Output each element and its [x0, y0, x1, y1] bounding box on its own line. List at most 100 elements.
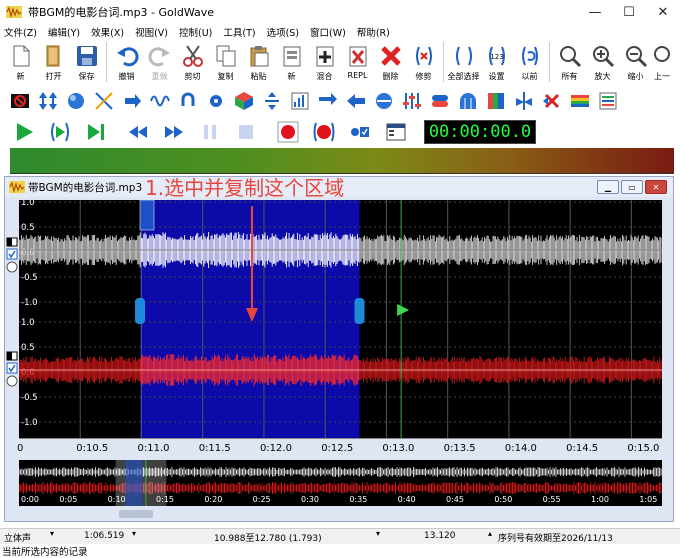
effect-button[interactable]	[566, 89, 594, 113]
duration-dropdown-icon[interactable]: ▾	[132, 529, 136, 538]
record-selection-button[interactable]	[306, 119, 342, 145]
timeline-tick-label: 0:14.5	[566, 443, 599, 454]
effects-toolbar	[6, 88, 680, 114]
minimize-button[interactable]: —	[578, 0, 612, 24]
cut-button[interactable]: 剪切	[176, 40, 209, 82]
effect-button[interactable]	[538, 89, 566, 113]
effect-button[interactable]	[34, 89, 62, 113]
horizontal-scrollbar[interactable]	[19, 508, 662, 520]
menu-effect[interactable]: 效果(X)	[91, 25, 124, 39]
previous-selection-button[interactable]: 以前	[513, 40, 546, 82]
rewind-button[interactable]	[120, 119, 156, 145]
waveform-view[interactable]: 1.00.50.0-0.5-1.01.00.50.0-0.5-1.0	[18, 198, 662, 438]
amplitude-tick-label: 1.0	[21, 318, 35, 328]
fast-forward-button[interactable]	[156, 119, 192, 145]
pause-button[interactable]	[192, 119, 228, 145]
overview-tick-label: 1:00	[590, 495, 609, 504]
time-display: 00:00:00.0	[424, 120, 536, 144]
effect-button[interactable]	[482, 89, 510, 113]
menu-options[interactable]: 选项(S)	[267, 25, 299, 39]
properties-button[interactable]	[378, 119, 414, 145]
save-button[interactable]: 保存	[70, 40, 103, 82]
monitor-icon	[351, 127, 369, 137]
effect-button[interactable]	[454, 89, 482, 113]
paste-icon	[250, 46, 268, 67]
stop-button[interactable]	[228, 119, 264, 145]
sphere-icon	[68, 93, 84, 109]
menu-window[interactable]: 窗口(W)	[310, 25, 346, 39]
replace-button[interactable]: REPL	[341, 40, 374, 80]
channel-toggles	[6, 237, 18, 387]
effect-button[interactable]	[118, 89, 146, 113]
status-channel-mode[interactable]: 立体声	[4, 531, 31, 544]
effect-button[interactable]	[62, 89, 90, 113]
play-selection-button[interactable]	[42, 119, 78, 145]
effect-button[interactable]	[230, 89, 258, 113]
title-bar: 带BGM的电影台词.mp3 - GoldWave — ☐ ✕	[0, 0, 680, 24]
zoom-out-button[interactable]: 缩小	[619, 40, 652, 82]
rewind-icon	[129, 126, 147, 138]
set-marker-button[interactable]: 123 设置	[480, 40, 513, 82]
open-button[interactable]: 打开	[37, 40, 70, 82]
rainbow-icon	[571, 95, 589, 107]
main-toolbar: 新 打开 保存 撤销 重做 剪切 复制 粘贴 新 混合 REPL 删除 修剪 全…	[0, 40, 680, 86]
play-selection-icon	[51, 122, 69, 142]
record-button[interactable]	[270, 119, 306, 145]
effect-button[interactable]	[426, 89, 454, 113]
effect-button[interactable]	[202, 89, 230, 113]
close-button[interactable]: ✕	[646, 0, 680, 24]
menu-edit[interactable]: 编辑(Y)	[48, 25, 80, 39]
mode-dropdown-icon[interactable]: ▾	[50, 529, 54, 538]
trim-button[interactable]: 修剪	[407, 40, 440, 82]
menu-file[interactable]: 文件(Z)	[4, 25, 37, 39]
color-cube-icon	[235, 92, 253, 110]
mix-button[interactable]: 混合	[308, 40, 341, 82]
monitor-button[interactable]	[342, 119, 378, 145]
effect-button[interactable]	[398, 89, 426, 113]
maximize-button[interactable]: ☐	[612, 0, 646, 24]
undo-button[interactable]: 撤销	[110, 40, 143, 82]
selection-dropdown-icon[interactable]: ▾	[376, 529, 380, 538]
effect-button[interactable]	[594, 89, 622, 113]
redo-button[interactable]: 重做	[143, 40, 176, 82]
zoom-previous-button[interactable]: 上一	[652, 40, 672, 82]
delete-button[interactable]: 删除	[374, 40, 407, 82]
selection-end-handle	[354, 298, 365, 324]
effect-button[interactable]	[174, 89, 202, 113]
undo-icon	[116, 47, 139, 67]
menu-help[interactable]: 帮助(R)	[357, 25, 390, 39]
new-button[interactable]: 新	[4, 40, 37, 82]
paste-button[interactable]: 粘贴	[242, 40, 275, 82]
scrollbar-thumb[interactable]	[119, 510, 153, 518]
doc-maximize-button[interactable]: ▭	[621, 180, 643, 194]
copy-icon	[216, 45, 235, 67]
play-to-end-button[interactable]	[78, 119, 114, 145]
menu-view[interactable]: 视图(V)	[135, 25, 168, 39]
zoom-in-button[interactable]: 放大	[586, 40, 619, 82]
copy-button[interactable]: 复制	[209, 40, 242, 82]
doc-close-button[interactable]: ✕	[645, 180, 667, 194]
overview-tick-label: 0:55	[542, 495, 561, 504]
overview-tick-label: 0:10	[107, 495, 126, 504]
zoom-in-icon	[592, 46, 614, 68]
play-button[interactable]	[6, 119, 42, 145]
doc-minimize-button[interactable]: ▁	[597, 180, 619, 194]
effect-button[interactable]	[510, 89, 538, 113]
menu-tools[interactable]: 工具(T)	[223, 25, 255, 39]
overview-tick-label: 0:00	[21, 495, 39, 504]
effect-button[interactable]	[258, 89, 286, 113]
effect-button[interactable]	[90, 89, 118, 113]
zoom-all-button[interactable]: 所有	[553, 40, 586, 82]
effect-button[interactable]	[146, 89, 174, 113]
effect-button[interactable]	[370, 89, 398, 113]
effect-button[interactable]	[342, 89, 370, 113]
effect-button[interactable]	[286, 89, 314, 113]
cursor-dropdown-icon[interactable]: ▴	[488, 529, 492, 538]
effect-button[interactable]	[314, 89, 342, 113]
overview-tick-label: 0:45	[445, 495, 464, 504]
effect-button[interactable]	[6, 89, 34, 113]
menu-control[interactable]: 控制(U)	[179, 25, 212, 39]
waveform-canvas[interactable]: 1.00.50.0-0.5-1.01.00.50.0-0.5-1.0	[18, 198, 662, 438]
paste-new-button[interactable]: 新	[275, 40, 308, 82]
select-all-button[interactable]: 全部选择	[447, 40, 480, 82]
